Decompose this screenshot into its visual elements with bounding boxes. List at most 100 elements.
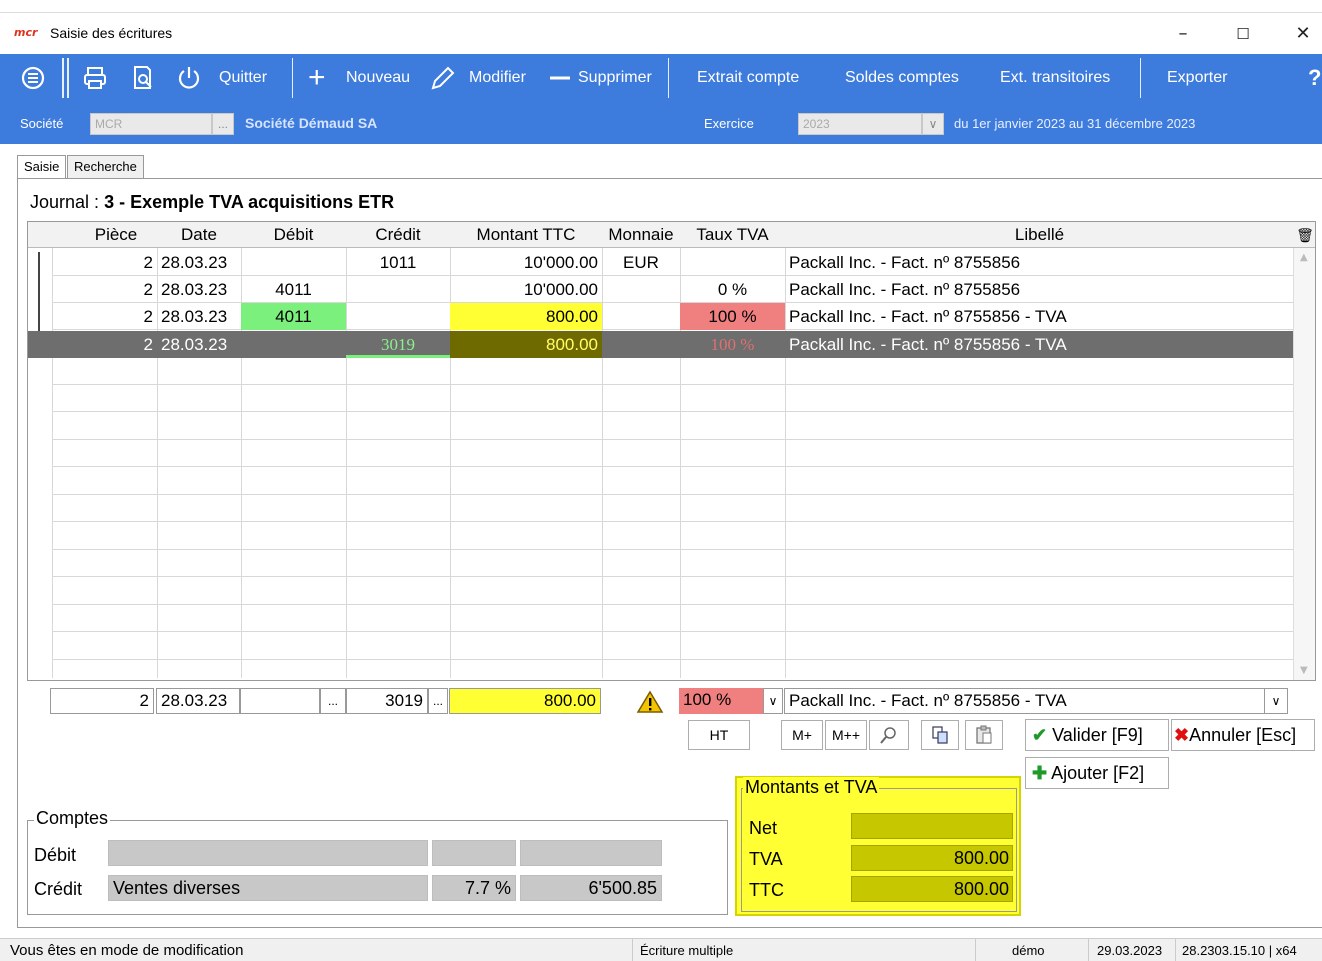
- check-icon: ✔: [1032, 725, 1048, 745]
- journal-dash: -: [119, 192, 126, 212]
- delete-button[interactable]: Supprimer: [578, 54, 652, 102]
- cell-vat: [680, 249, 785, 276]
- table-row-selected[interactable]: 2 28.03.23 3019 800.00 100 % Packall Inc…: [28, 331, 1294, 358]
- ht-button[interactable]: HT: [688, 720, 750, 750]
- mplusplus-button[interactable]: M++: [825, 720, 867, 750]
- cell-currency: [602, 331, 680, 358]
- cell-credit: [346, 303, 450, 330]
- col-label[interactable]: Libellé: [785, 222, 1294, 248]
- transit-button[interactable]: Ext. transitoires: [1000, 54, 1110, 102]
- company-label: Société: [20, 116, 64, 131]
- search-icon[interactable]: [869, 720, 909, 750]
- minimize-button[interactable]: –: [1168, 19, 1198, 49]
- col-vat[interactable]: Taux TVA: [680, 222, 785, 248]
- app-logo: mcr: [14, 26, 38, 39]
- minus-icon[interactable]: [548, 54, 572, 102]
- cell-amount: 10'000.00: [523, 280, 598, 299]
- period-text: du 1er janvier 2023 au 31 décembre 2023: [954, 116, 1196, 131]
- copy-icon[interactable]: [921, 720, 959, 750]
- new-button[interactable]: Nouveau: [346, 54, 410, 102]
- chevron-down-icon[interactable]: ∨: [922, 113, 944, 135]
- credit-label: Crédit: [34, 879, 83, 899]
- cell-amount: 800.00: [450, 331, 602, 358]
- paste-icon[interactable]: [965, 720, 1003, 750]
- debit-account-name: [108, 840, 428, 866]
- table-row[interactable]: 2 28.03.23 4011 10'000.00 0 % Packall In…: [28, 276, 1294, 303]
- warning-icon: [636, 690, 664, 716]
- edit-credit-lookup[interactable]: ...: [428, 688, 448, 714]
- account-balances-button[interactable]: Soldes comptes: [845, 54, 959, 102]
- cell-date: 28.03.23: [161, 335, 228, 354]
- cell-piece: 2: [143, 253, 153, 272]
- col-currency[interactable]: Monnaie: [602, 222, 680, 248]
- help-button[interactable]: ?: [1308, 54, 1321, 102]
- tab-saisie[interactable]: Saisie: [17, 155, 67, 179]
- add-button[interactable]: ✚ Ajouter [F2]: [1025, 757, 1169, 789]
- tab-recherche[interactable]: Recherche: [67, 155, 144, 179]
- cell-piece: 2: [143, 335, 153, 354]
- tab-divider: [17, 178, 1322, 179]
- cell-piece: 2: [143, 280, 153, 299]
- table-row[interactable]: 2 28.03.23 1011 10'000.00 EUR Packall In…: [28, 249, 1294, 276]
- cell-credit: [346, 276, 450, 303]
- journal-title: Journal : 3 - Exemple TVA acquisitions E…: [30, 192, 394, 213]
- cell-credit: 1011: [379, 253, 417, 272]
- print-preview-icon[interactable]: [130, 54, 156, 102]
- edit-credit-input[interactable]: 3019: [346, 688, 428, 714]
- plus-icon[interactable]: +: [308, 54, 326, 102]
- cell-amount: 10'000.00: [523, 253, 598, 272]
- edit-debit-lookup[interactable]: ...: [320, 688, 346, 714]
- year-label: Exercice: [704, 116, 754, 131]
- scroll-down-icon[interactable]: ▼: [1300, 665, 1308, 676]
- chevron-down-icon[interactable]: ∨: [1264, 688, 1288, 714]
- mplus-button[interactable]: M+: [781, 720, 823, 750]
- cell-currency: [602, 276, 680, 303]
- year-select[interactable]: 2023: [798, 113, 922, 135]
- menu-icon[interactable]: [20, 54, 46, 102]
- pencil-icon[interactable]: [428, 54, 456, 102]
- window-title: Saisie des écritures: [50, 25, 173, 41]
- col-debit[interactable]: Débit: [241, 222, 346, 248]
- toolbar-separator: [1140, 58, 1141, 98]
- quit-button[interactable]: Quitter: [219, 54, 267, 102]
- cell-currency: EUR: [623, 253, 659, 272]
- panel-border: [17, 178, 18, 928]
- cell-debit: [241, 249, 346, 276]
- vat-amounts-panel: Montants et TVA Net TVA 800.00 TTC 800.0…: [735, 776, 1021, 916]
- cell-debit: 4011: [241, 303, 346, 330]
- cell-label: Packall Inc. - Fact. nº 8755856: [789, 253, 1021, 272]
- edit-button[interactable]: Modifier: [469, 54, 526, 102]
- company-lookup-button[interactable]: ...: [212, 113, 234, 135]
- extract-account-button[interactable]: Extrait compte: [697, 54, 799, 102]
- edit-vat-select[interactable]: 100 %: [679, 688, 763, 714]
- validate-button[interactable]: ✔ Valider [F9]: [1025, 719, 1169, 751]
- journal-number: 3: [104, 192, 115, 212]
- col-amount[interactable]: Montant TTC: [450, 222, 602, 248]
- print-icon[interactable]: [82, 54, 108, 102]
- company-code-input[interactable]: MCR: [90, 113, 212, 135]
- chevron-down-icon[interactable]: ∨: [763, 688, 783, 714]
- credit-account-name: Ventes diverses: [108, 875, 428, 901]
- edit-amount-input[interactable]: 800.00: [449, 688, 601, 714]
- scroll-up-icon[interactable]: ▲: [1300, 252, 1308, 263]
- col-date[interactable]: Date: [157, 222, 241, 248]
- close-button[interactable]: ✕: [1288, 19, 1318, 49]
- export-button[interactable]: Exporter: [1167, 54, 1227, 102]
- status-date: 29.03.2023: [1097, 943, 1163, 958]
- cell-debit: [241, 331, 346, 358]
- cancel-button[interactable]: ✖Annuler [Esc]: [1171, 719, 1315, 751]
- status-bar: Vous êtes en mode de modification Écritu…: [0, 938, 1322, 961]
- edit-debit-input[interactable]: [240, 688, 320, 714]
- trash-icon[interactable]: 🗑: [1294, 222, 1315, 248]
- accounts-title: Comptes: [34, 808, 111, 829]
- edit-label-input[interactable]: Packall Inc. - Fact. nº 8755856 - TVA: [784, 688, 1264, 714]
- cell-credit: 3019: [346, 331, 450, 358]
- maximize-button[interactable]: ☐: [1228, 19, 1258, 49]
- table-row[interactable]: 2 28.03.23 4011 800.00 100 % Packall Inc…: [28, 303, 1294, 330]
- col-credit[interactable]: Crédit: [346, 222, 450, 248]
- edit-piece-input[interactable]: 2: [50, 688, 154, 714]
- power-icon[interactable]: [176, 54, 202, 102]
- status-mode: Vous êtes en mode de modification: [10, 942, 244, 959]
- grid-scrollbar[interactable]: ▲ ▼: [1293, 248, 1315, 680]
- edit-date-input[interactable]: 28.03.23: [156, 688, 240, 714]
